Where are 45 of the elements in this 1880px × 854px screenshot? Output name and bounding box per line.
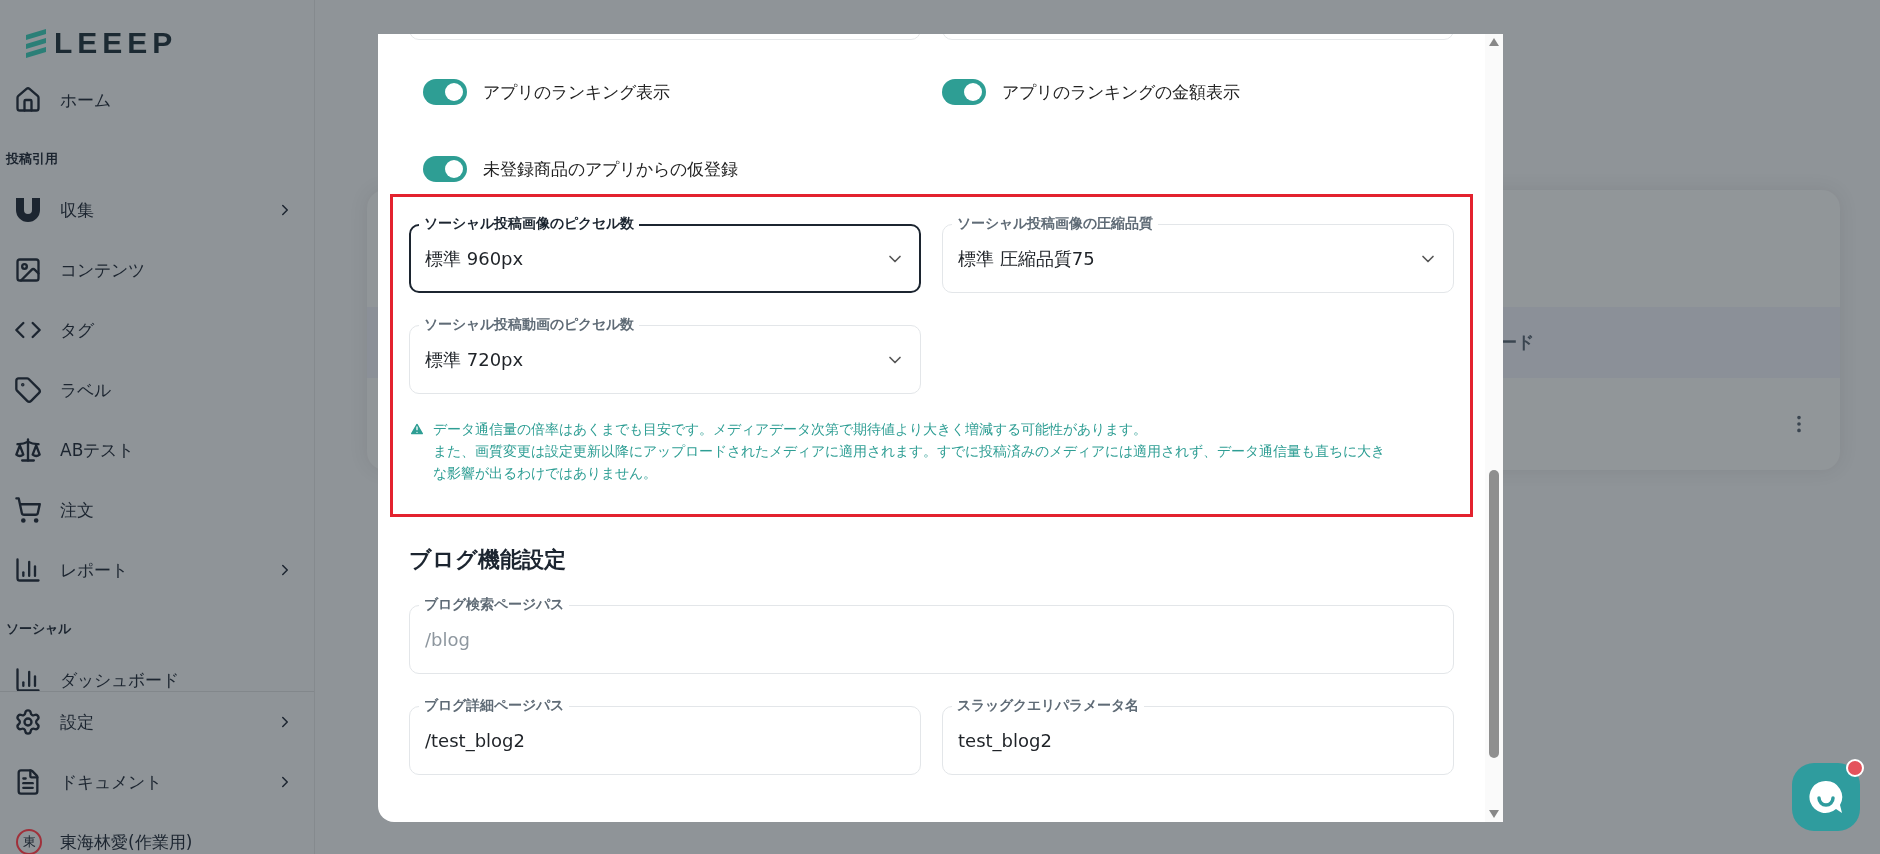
toggle-switch[interactable] [423,156,467,182]
sidebar-item[interactable]: ドキュメント [0,752,314,812]
nav-icon [14,708,42,736]
scrollbar[interactable] [1485,34,1503,822]
user-menu-item[interactable]: 東 東海林愛(作業用) [0,812,314,854]
section-title: ブログ機能設定 [409,546,567,574]
warning-icon [409,421,425,437]
input-field[interactable]: ブログ検索ページパス /blog [409,595,1454,674]
toggle-label: 未登録商品のアプリからの仮登録 [483,157,738,181]
nav-icon [14,496,42,524]
user-avatar: 東 [16,829,42,854]
sidebar-item[interactable]: 注文 [0,480,314,540]
toggle-label: アプリのランキングの金額表示 [1002,80,1240,104]
sidebar-item[interactable]: 設定 [0,692,314,752]
nav-icon [14,256,42,284]
input-field[interactable]: ブログ詳細ページパス /test_blog2 [409,696,921,775]
sidebar-item[interactable]: ラベル [0,360,314,420]
scroll-down-icon[interactable] [1489,810,1499,818]
sidebar-item[interactable]: ABテスト [0,420,314,480]
nav-icon [14,666,42,692]
section-heading: ソーシャル [5,620,72,638]
nav-icon [14,436,42,464]
nav-icon [14,376,42,404]
nav-icon [14,86,42,114]
sidebar-item[interactable]: 収集 [0,180,314,240]
toggle-label: アプリのランキング表示 [483,80,670,104]
select-field[interactable]: ソーシャル投稿動画のピクセル数 標準 720px [409,315,921,394]
input-field[interactable]: スラッグクエリパラメータ名 test_blog2 [942,696,1454,775]
warning-text: データ通信量の倍率はあくまでも目安です。メディアデータ次第で期待値より大きく増減する可能性があります。 また、画質変更は設定更新以降にアップロードされたメディアに適用されます。すでに投稿済みのメディアには適用されず、データ通信量も直ちに大きな影響が出るわけではありません。 [433,420,1386,483]
logo-icon [24,27,48,59]
toggle-switch[interactable] [942,79,986,105]
sidebar-item[interactable]: レポート [0,540,314,600]
magnet-icon [14,196,42,224]
scroll-thumb[interactable] [1489,470,1499,758]
logo-text: LEEEP [54,26,178,60]
select-field[interactable]: ソーシャル投稿画像の圧縮品質 標準 圧縮品質75 [942,214,1454,293]
sidebar-item[interactable]: ダッシュボード [0,650,314,692]
sidebar-item[interactable]: タグ [0,300,314,360]
select-field[interactable]: ソーシャル投稿画像のピクセル数 標準 960px [409,214,921,293]
nav-icon [14,556,42,584]
section-heading: 投稿引用 [4,150,59,168]
sidebar-item[interactable]: ホーム [0,70,314,130]
scroll-up-icon[interactable] [1489,38,1499,46]
toggle-switch[interactable] [423,79,467,105]
sidebar-item[interactable]: コンテンツ [0,240,314,300]
